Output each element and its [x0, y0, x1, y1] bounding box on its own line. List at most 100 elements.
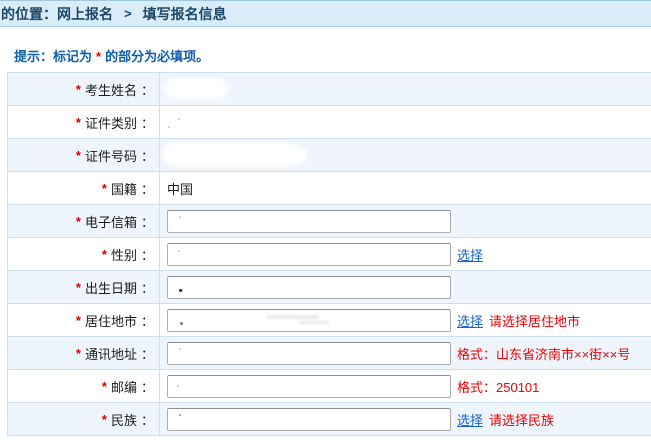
required-mark: * — [76, 313, 81, 328]
label-colon: ： — [141, 113, 154, 132]
redaction-speck — [179, 414, 181, 416]
mailing-address-field[interactable] — [167, 342, 451, 365]
gender-select-link[interactable]: 选择 — [457, 245, 483, 264]
label-text: 性别 — [111, 245, 137, 264]
registration-form-table: *考生姓名： *证件类别： *证件号码： *国籍： 中国 — [7, 72, 651, 436]
postal-code-value: 格式：250101 — [160, 370, 651, 402]
redaction-speck — [179, 216, 181, 218]
breadcrumb-item-online-registration[interactable]: 网上报名 — [57, 4, 113, 24]
redaction-speck — [168, 126, 170, 128]
redaction-speck — [178, 118, 180, 120]
table-row-birthdate: * 出生日期： — [8, 271, 651, 304]
mailing-address-value: 格式：山东省济南市××街××号 — [160, 337, 651, 369]
required-mark: * — [76, 280, 81, 295]
id-number-label: * 证件号码： — [8, 139, 160, 171]
required-mark: * — [102, 412, 107, 427]
label-text: 邮编 — [111, 377, 137, 396]
label-text: 证件号码 — [85, 146, 137, 165]
label-colon: ： — [141, 377, 154, 396]
table-row-gender: * 性别： 选择 — [8, 238, 651, 271]
label-colon: ： — [141, 212, 154, 231]
required-mark: * — [76, 346, 81, 361]
redaction-smudge — [267, 315, 319, 319]
id-number-value — [160, 139, 651, 171]
redaction-speck — [179, 348, 181, 350]
table-row-id-number: * 证件号码： — [8, 139, 651, 172]
candidate-name-label: * 考生姓名： — [8, 73, 160, 105]
label-text: 民族 — [111, 410, 137, 429]
birthdate-label: * 出生日期： — [8, 271, 160, 303]
redaction-speck — [179, 289, 182, 292]
label-colon: ： — [141, 410, 154, 429]
breadcrumb-bar: 的位置： 网上报名 > 填写报名信息 — [0, 0, 651, 27]
notice-prefix: 提示：标记为 — [14, 49, 92, 64]
birthdate-value — [160, 271, 651, 303]
label-colon: ： — [141, 245, 154, 264]
breadcrumb-item-fill-info: 填写报名信息 — [143, 4, 227, 24]
gender-label: * 性别： — [8, 238, 160, 270]
redaction-speck — [178, 250, 180, 252]
label-colon: ： — [141, 80, 154, 99]
gender-value: 选择 — [160, 238, 651, 270]
redaction-smudge — [299, 321, 329, 324]
label-colon: ： — [141, 344, 154, 363]
label-text: 考生姓名 — [85, 80, 137, 99]
label-colon: ： — [141, 179, 154, 198]
residence-city-hint: 请选择居住地市 — [489, 311, 580, 330]
required-mark: * — [102, 181, 107, 196]
ethnicity-value: 选择 请选择民族 — [160, 403, 651, 435]
gender-field[interactable] — [167, 243, 451, 266]
table-row-residence-city: * 居住地市： 选择 请选择居住地市 — [8, 304, 651, 337]
ethnicity-select-link[interactable]: 选择 — [457, 410, 483, 429]
ethnicity-label: * 民族： — [8, 403, 160, 435]
notice-suffix: 的部分为必填项。 — [105, 49, 209, 64]
required-mark: * — [102, 247, 107, 262]
ethnicity-field[interactable] — [167, 408, 451, 431]
required-mark: * — [76, 148, 81, 163]
redaction-blur — [166, 146, 298, 163]
table-row-ethnicity: * 民族： 选择 请选择民族 — [8, 403, 651, 436]
nationality-label: * 国籍： — [8, 172, 160, 204]
nationality-text: 中国 — [167, 179, 193, 198]
required-mark: * — [102, 379, 107, 394]
birthdate-field[interactable] — [167, 276, 451, 299]
label-colon: ： — [141, 278, 154, 297]
label-text: 国籍 — [111, 179, 137, 198]
redaction-blur — [167, 81, 225, 96]
label-text: 居住地市 — [85, 311, 137, 330]
residence-city-value: 选择 请选择居住地市 — [160, 304, 651, 336]
label-colon: ： — [141, 146, 154, 165]
residence-city-select-link[interactable]: 选择 — [457, 311, 483, 330]
breadcrumb-location-label: 的位置： — [1, 4, 57, 24]
label-text: 电子信箱 — [85, 212, 137, 231]
label-text: 证件类别 — [85, 113, 137, 132]
redaction-speck — [180, 322, 183, 325]
candidate-name-value — [160, 73, 651, 105]
label-text: 通讯地址 — [85, 344, 137, 363]
email-label: * 电子信箱： — [8, 205, 160, 237]
notice-asterisk: * — [96, 49, 101, 64]
postal-code-label: * 邮编： — [8, 370, 160, 402]
table-row-id-type: *证件类别： — [8, 106, 651, 139]
id-type-label: *证件类别： — [8, 106, 160, 138]
table-row-nationality: * 国籍： 中国 — [8, 172, 651, 205]
table-row-mailing-address: * 通讯地址： 格式：山东省济南市××街××号 — [8, 337, 651, 370]
email-value — [160, 205, 651, 237]
required-mark: * — [76, 214, 81, 229]
breadcrumb: 的位置： 网上报名 > 填写报名信息 — [1, 4, 227, 24]
email-field[interactable] — [167, 210, 451, 233]
mailing-address-hint: 格式：山东省济南市××街××号 — [457, 344, 630, 363]
table-row-email: * 电子信箱： — [8, 205, 651, 238]
table-row-postal-code: * 邮编： 格式：250101 — [8, 370, 651, 403]
table-row-candidate-name: * 考生姓名： — [8, 73, 651, 106]
id-type-value — [160, 106, 651, 138]
required-fields-notice: 提示：标记为 * 的部分为必填项。 — [14, 46, 209, 65]
breadcrumb-separator: > — [124, 6, 132, 21]
nationality-value: 中国 — [160, 172, 651, 204]
label-colon: ： — [141, 311, 154, 330]
redaction-speck — [177, 385, 179, 387]
label-text: 出生日期 — [85, 278, 137, 297]
mailing-address-label: * 通讯地址： — [8, 337, 160, 369]
required-mark: * — [76, 82, 81, 97]
postal-code-field[interactable] — [167, 375, 451, 398]
